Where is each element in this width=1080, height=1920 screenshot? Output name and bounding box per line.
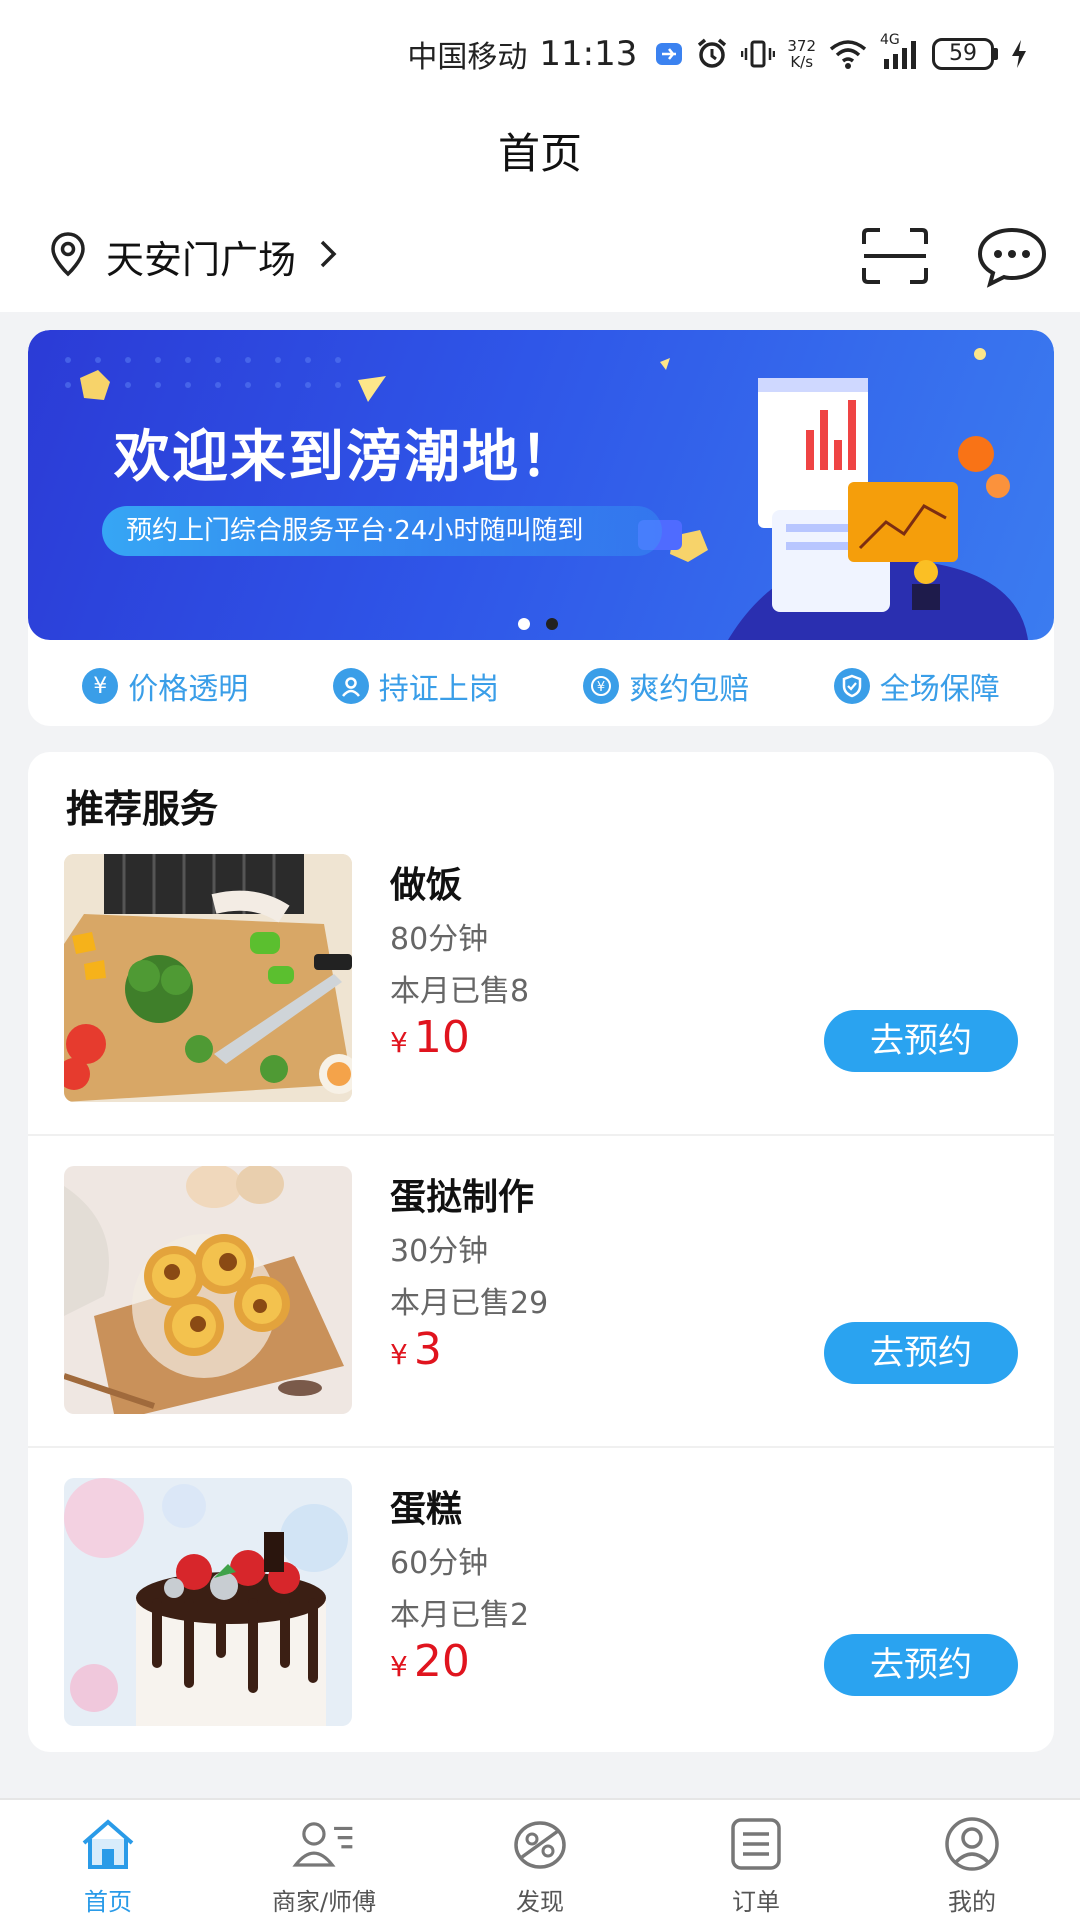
feature-guarantee: 全场保障 xyxy=(833,664,1000,708)
tab-label: 发现 xyxy=(516,1888,564,1916)
net-speed-indicator: 372 K/s xyxy=(787,34,816,74)
app-notification-icon xyxy=(655,34,683,74)
service-sold-count: 本月已售8 xyxy=(390,974,530,1009)
banner-carousel[interactable]: 欢迎来到滂潮地！ 预约上门综合服务平台·24小时随叫随到 xyxy=(28,330,1054,640)
tab-discover[interactable]: 发现 xyxy=(440,1800,640,1920)
currency-symbol: ¥ xyxy=(390,1338,408,1371)
banner-title: 欢迎来到滂潮地！ xyxy=(114,425,578,490)
order-list-icon xyxy=(724,1814,788,1874)
carousel-indicator xyxy=(518,618,558,630)
chevron-right-icon xyxy=(312,236,342,276)
tab-label: 商家/师傅 xyxy=(271,1888,377,1916)
tab-label: 我的 xyxy=(948,1888,996,1916)
currency-symbol: ¥ xyxy=(390,1650,408,1683)
charging-icon xyxy=(1010,34,1028,74)
signal-icon: 4G xyxy=(880,32,920,74)
feature-label: 价格透明 xyxy=(128,672,249,707)
tab-label: 订单 xyxy=(732,1888,780,1916)
price-amount: 10 xyxy=(413,1012,470,1063)
yen-icon: ¥ xyxy=(82,668,119,704)
chat-bubble-icon xyxy=(977,227,1047,288)
top-header-area: 中国移动 11:13 372 K/s 4G 59 首页 天安门广场 xyxy=(0,0,1080,312)
status-time: 11:13 xyxy=(539,34,638,74)
service-sold-count: 本月已售29 xyxy=(390,1286,549,1321)
carousel-dot[interactable] xyxy=(518,618,530,630)
service-price: ¥ 3 xyxy=(390,1324,442,1375)
feature-compensation: ¥ 爽约包赔 xyxy=(583,664,749,708)
alarm-icon xyxy=(695,34,729,74)
service-price: ¥ 20 xyxy=(390,1636,470,1687)
service-sold-count: 本月已售2 xyxy=(390,1598,530,1633)
service-duration: 80分钟 xyxy=(390,922,489,957)
book-button[interactable]: 去预约 xyxy=(824,1010,1018,1072)
banner-card: 欢迎来到滂潮地！ 预约上门综合服务平台·24小时随叫随到 ¥ 价格透明 持证上岗… xyxy=(28,330,1054,726)
status-bar: 中国移动 11:13 372 K/s 4G 59 xyxy=(0,0,1080,108)
tab-home[interactable]: 首页 xyxy=(8,1800,208,1920)
service-name: 蛋挞制作 xyxy=(390,1177,535,1218)
network-type: 4G xyxy=(880,32,900,48)
currency-symbol: ¥ xyxy=(390,1026,408,1059)
feature-price-transparent: ¥ 价格透明 xyxy=(82,664,248,708)
scan-icon xyxy=(862,228,928,284)
service-name: 做饭 xyxy=(390,865,463,906)
carrier-name: 中国移动 xyxy=(407,40,528,75)
tab-orders[interactable]: 订单 xyxy=(656,1800,856,1920)
feature-label: 全场保障 xyxy=(879,672,1000,707)
bottom-tab-bar: 首页 商家/师傅 发现 订单 我的 xyxy=(0,1798,1080,1920)
shield-icon xyxy=(833,668,870,704)
price-amount: 3 xyxy=(413,1324,442,1375)
page-title: 首页 xyxy=(497,129,582,178)
tab-label: 首页 xyxy=(84,1888,132,1916)
vibrate-icon xyxy=(741,34,776,74)
merchant-icon xyxy=(292,1814,356,1874)
net-speed-unit: K/s xyxy=(790,53,814,71)
discover-icon xyxy=(508,1814,572,1874)
tab-profile[interactable]: 我的 xyxy=(872,1800,1072,1920)
profile-icon xyxy=(940,1814,1004,1874)
price-amount: 20 xyxy=(413,1636,470,1687)
location-pin-icon xyxy=(46,230,90,282)
battery-tip xyxy=(994,48,998,60)
message-button[interactable] xyxy=(976,226,1048,288)
location-selector[interactable]: 天安门广场 xyxy=(46,226,342,286)
battery-indicator: 59 xyxy=(932,38,998,70)
feature-label: 爽约包赔 xyxy=(629,672,750,707)
book-button[interactable]: 去预约 xyxy=(824,1322,1018,1384)
service-item-cake[interactable]: 蛋糕 60分钟 本月已售2 ¥ 20 去预约 xyxy=(28,1448,1054,1760)
person-icon xyxy=(332,668,369,704)
service-duration: 60分钟 xyxy=(390,1546,489,1581)
compensation-icon: ¥ xyxy=(583,668,620,704)
feature-certified: 持证上岗 xyxy=(332,664,499,708)
service-image-cooking xyxy=(64,854,352,1102)
feature-strip: ¥ 价格透明 持证上岗 ¥ 爽约包赔 全场保障 xyxy=(28,656,1054,716)
location-text: 天安门广场 xyxy=(106,237,297,282)
book-button[interactable]: 去预约 xyxy=(824,1634,1018,1696)
service-name: 蛋糕 xyxy=(390,1489,463,1530)
net-speed-value: 372 xyxy=(787,37,816,55)
service-image-cake xyxy=(64,1478,352,1726)
home-icon xyxy=(76,1814,140,1874)
service-item-egg-tart[interactable]: 蛋挞制作 30分钟 本月已售29 ¥ 3 去预约 xyxy=(28,1136,1054,1448)
service-item-cooking[interactable]: 做饭 80分钟 本月已售8 ¥ 10 去预约 xyxy=(28,824,1054,1136)
banner-subtitle: 预约上门综合服务平台·24小时随叫随到 xyxy=(102,506,662,556)
service-price: ¥ 10 xyxy=(390,1012,470,1063)
battery-level: 59 xyxy=(932,38,994,70)
tab-merchants[interactable]: 商家/师傅 xyxy=(224,1800,424,1920)
svg-text:¥: ¥ xyxy=(597,680,605,695)
carousel-dot-active[interactable] xyxy=(546,618,558,630)
service-image-egg-tart xyxy=(64,1166,352,1414)
wifi-icon xyxy=(828,34,868,74)
service-duration: 30分钟 xyxy=(390,1234,489,1269)
scan-button[interactable] xyxy=(860,226,930,286)
feature-label: 持证上岗 xyxy=(378,672,499,707)
